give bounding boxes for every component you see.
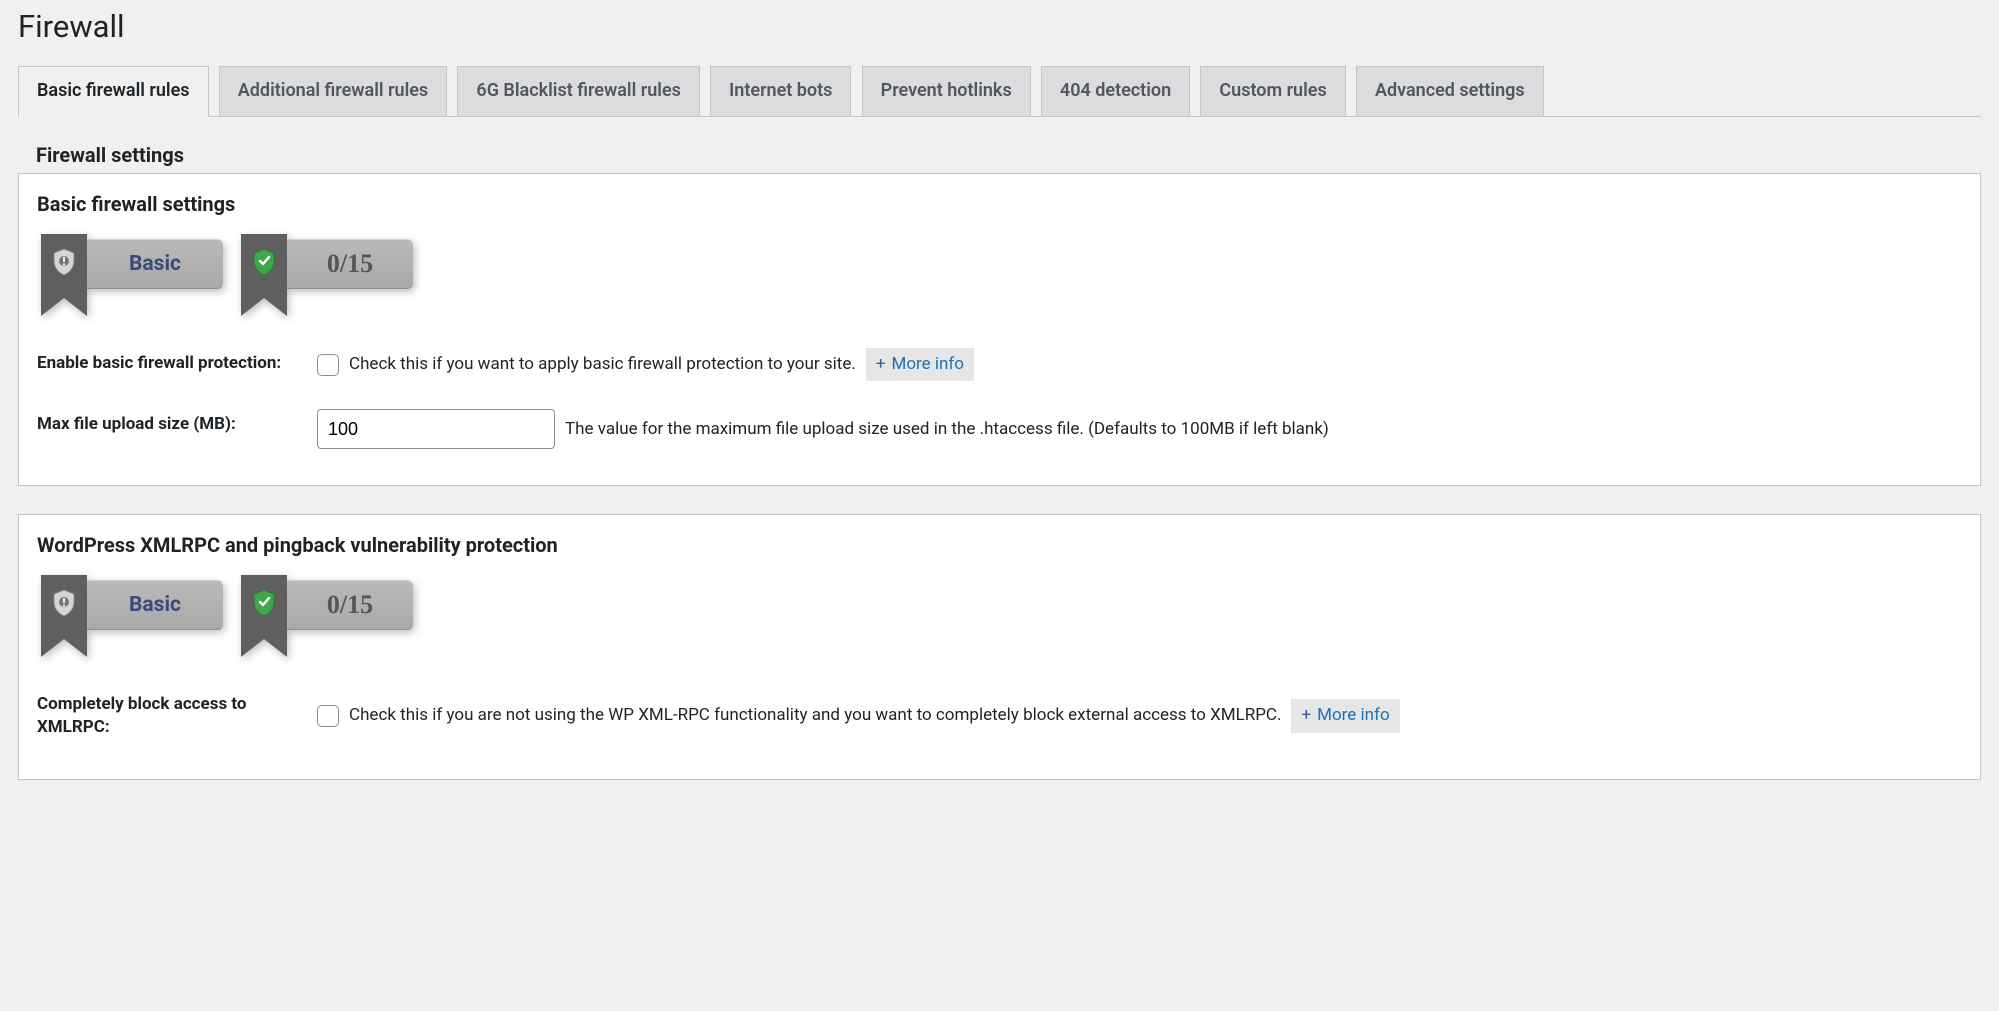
shield-check-icon: [252, 589, 276, 617]
page-title: Firewall: [18, 8, 1981, 45]
block-xmlrpc-desc: Check this if you are not using the WP X…: [349, 703, 1281, 729]
tab-custom-rules[interactable]: Custom rules: [1200, 66, 1345, 116]
security-score-badge: 0/15: [241, 575, 413, 639]
security-score-badge: 0/15: [241, 234, 413, 298]
block-xmlrpc-label: Completely block access to XMLRPC:: [37, 675, 317, 757]
tab-basic-firewall-rules[interactable]: Basic firewall rules: [18, 66, 209, 117]
section-heading: Firewall settings: [36, 143, 1981, 167]
more-info-label: More info: [891, 352, 964, 378]
tabs-nav: Basic firewall rules Additional firewall…: [18, 65, 1981, 117]
tab-6g-blacklist[interactable]: 6G Blacklist firewall rules: [457, 66, 699, 116]
tab-advanced-settings[interactable]: Advanced settings: [1356, 66, 1544, 116]
security-level-label: Basic: [87, 580, 223, 630]
max-upload-size-desc: The value for the maximum file upload si…: [565, 417, 1329, 443]
max-upload-size-input[interactable]: [317, 409, 555, 449]
security-score-value: 0/15: [287, 580, 413, 630]
box-title: WordPress XMLRPC and pingback vulnerabil…: [37, 533, 1962, 557]
shield-alert-icon: [52, 589, 76, 617]
xmlrpc-protection-box: WordPress XMLRPC and pingback vulnerabil…: [18, 514, 1981, 780]
more-info-button[interactable]: + More info: [866, 348, 974, 382]
security-score-value: 0/15: [287, 239, 413, 289]
plus-icon: +: [1301, 703, 1311, 729]
tab-additional-firewall-rules[interactable]: Additional firewall rules: [219, 66, 447, 116]
shield-check-icon: [252, 248, 276, 276]
tab-404-detection[interactable]: 404 detection: [1041, 66, 1190, 116]
more-info-button[interactable]: + More info: [1291, 699, 1399, 733]
tab-internet-bots[interactable]: Internet bots: [710, 66, 851, 116]
block-xmlrpc-checkbox[interactable]: [317, 705, 339, 727]
security-level-badge: Basic: [41, 575, 223, 639]
enable-basic-firewall-desc: Check this if you want to apply basic fi…: [349, 352, 856, 378]
security-level-label: Basic: [87, 239, 223, 289]
security-level-badge: Basic: [41, 234, 223, 298]
plus-icon: +: [876, 352, 886, 378]
shield-alert-icon: [52, 248, 76, 276]
max-upload-size-label: Max file upload size (MB):: [37, 395, 317, 463]
tab-prevent-hotlinks[interactable]: Prevent hotlinks: [862, 66, 1031, 116]
more-info-label: More info: [1317, 703, 1390, 729]
enable-basic-firewall-checkbox[interactable]: [317, 354, 339, 376]
box-title: Basic firewall settings: [37, 192, 1962, 216]
security-badges: Basic 0/15: [41, 234, 1962, 298]
security-badges: Basic 0/15: [41, 575, 1962, 639]
basic-firewall-settings-box: Basic firewall settings Basic: [18, 173, 1981, 487]
enable-basic-firewall-label: Enable basic firewall protection:: [37, 334, 317, 396]
